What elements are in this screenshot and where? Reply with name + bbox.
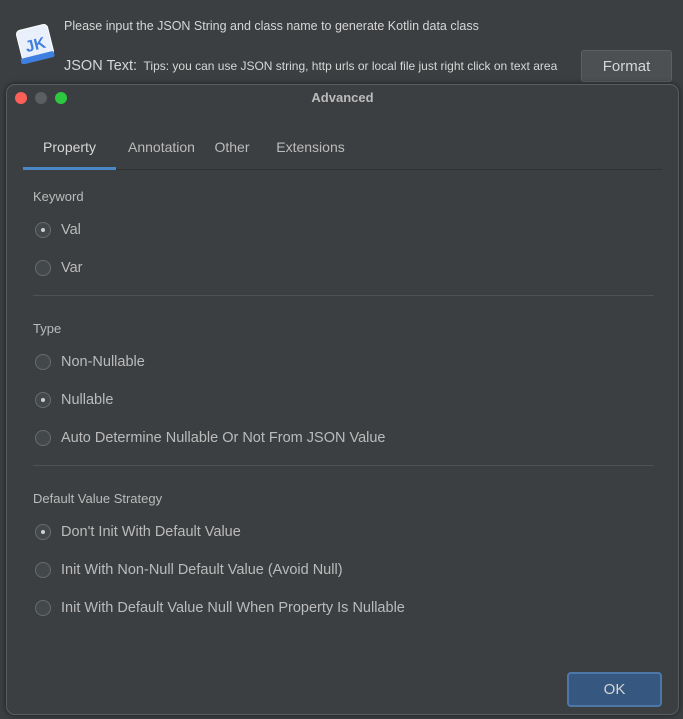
section-divider [33,295,654,296]
radio-button[interactable] [35,354,51,370]
radio-option-null-default[interactable]: Init With Default Value Null When Proper… [35,596,405,620]
radio-label: Non-Nullable [61,354,145,370]
json-text-tips: Tips: you can use JSON string, http urls… [143,59,558,73]
json-text-label: JSON Text: [64,58,138,74]
radio-option-no-default[interactable]: Don't Init With Default Value [35,520,241,544]
section-divider [33,465,654,466]
radio-label: Nullable [61,392,114,408]
radio-button[interactable] [35,524,51,540]
tab-annotation[interactable]: Annotation [116,125,207,169]
json-text-label-row: JSON Text: Tips: you can use JSON string… [64,57,557,75]
radio-option-var[interactable]: Var [35,256,83,280]
radio-label: Val [61,222,81,238]
dialog-title: Advanced [311,90,374,105]
radio-label: Auto Determine Nullable Or Not From JSON… [61,430,386,446]
radio-option-auto-determine[interactable]: Auto Determine Nullable Or Not From JSON… [35,426,386,450]
radio-label: Init With Non-Null Default Value (Avoid … [61,562,343,578]
default-value-strategy-section-title: Default Value Strategy [33,491,163,506]
radio-button[interactable] [35,260,51,276]
tab-other[interactable]: Other [207,125,257,169]
radio-option-non-nullable[interactable]: Non-Nullable [35,350,145,374]
advanced-dialog: Advanced Property Annotation Other Exten… [6,84,679,715]
format-button[interactable]: Format [581,50,672,82]
radio-label: Don't Init With Default Value [61,524,241,540]
type-section-title: Type [33,321,62,336]
radio-button[interactable] [35,600,51,616]
radio-button[interactable] [35,392,51,408]
json-to-kotlin-logo-icon: JK [15,23,55,64]
radio-button[interactable] [35,562,51,578]
radio-option-val[interactable]: Val [35,218,81,242]
keyword-section-title: Keyword [33,189,84,204]
radio-label: Init With Default Value Null When Proper… [61,600,405,616]
radio-button[interactable] [35,430,51,446]
tab-bar: Property Annotation Other Extensions [23,125,662,170]
tab-property[interactable]: Property [23,125,116,170]
radio-label: Var [61,260,83,276]
radio-button[interactable] [35,222,51,238]
header-description: Please input the JSON String and class n… [64,19,479,33]
radio-option-non-null-default[interactable]: Init With Non-Null Default Value (Avoid … [35,558,343,582]
radio-option-nullable[interactable]: Nullable [35,388,113,412]
ok-button[interactable]: OK [567,672,662,707]
tab-extensions[interactable]: Extensions [268,125,353,169]
dialog-titlebar: Advanced [7,85,678,111]
parent-window: JK Please input the JSON String and clas… [0,0,683,90]
